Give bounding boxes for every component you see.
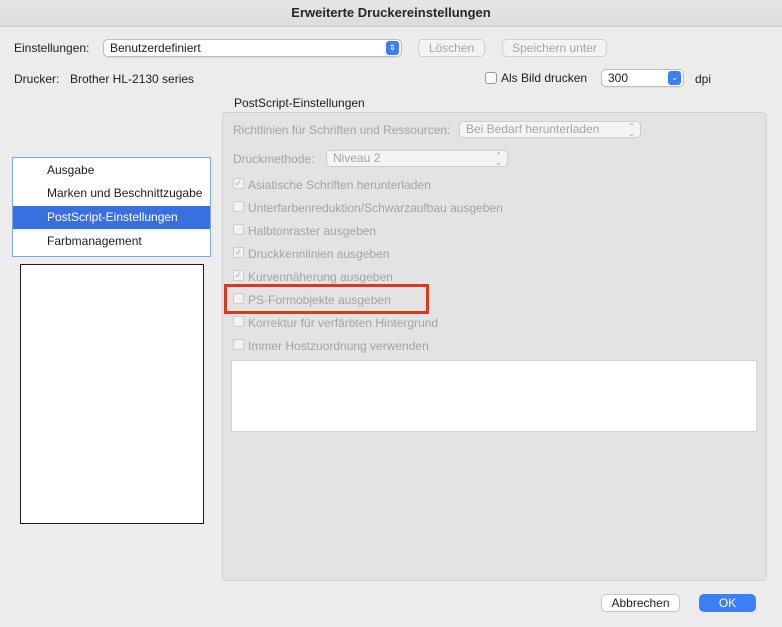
sidebar-item-marks-bleed[interactable]: Marken und Beschnittzugabe [13,182,210,205]
sidebar-item-postscript[interactable]: PostScript-Einstellungen [13,206,210,229]
sidebar-item-color-management[interactable]: Farbmanagement [13,230,210,253]
updown-arrows-icon: ⌃ ⌄ [495,151,502,167]
print-as-image-label: Als Bild drucken [501,71,588,85]
font-policy-label: Richtlinien für Schriften und Ressourcen… [233,123,451,137]
option-transfer-functions-label: Druckkennlinien ausgeben [248,247,390,261]
sidebar-item-ausgabe[interactable]: Ausgabe [13,159,210,182]
dpi-value: 300 [608,71,629,85]
option-halftone-checkbox[interactable] [233,224,244,235]
option-ucr-gcr-label: Unterfarbenreduktion/Schwarzaufbau ausge… [248,201,503,215]
settings-popup[interactable]: Benutzerdefiniert ⇕ [103,39,402,57]
section-title: PostScript-Einstellungen [234,96,365,110]
font-policy-value: Bei Bedarf herunterladen [466,122,600,136]
updown-arrows-icon: ⇕ [386,41,399,55]
chevron-down-icon: ⌄ [668,71,681,85]
updown-arrows-icon: ⌃ ⌄ [628,122,635,138]
category-list: Ausgabe Marken und Beschnittzugabe PostS… [12,157,211,257]
option-background-correction-checkbox[interactable] [233,316,244,327]
delete-button[interactable]: Löschen [418,39,485,57]
option-host-mapping-checkbox[interactable] [233,339,244,350]
settings-value: Benutzerdefiniert [110,41,201,55]
option-asian-fonts-checkbox[interactable]: ✓ [233,178,244,189]
description-area [231,360,757,432]
option-halftone-label: Halbtonraster ausgeben [248,224,377,238]
dpi-unit-label: dpi [695,72,712,86]
font-policy-popup[interactable]: Bei Bedarf herunterladen ⌃ ⌄ [459,121,641,138]
save-as-button[interactable]: Speichern unter [502,39,607,57]
print-method-value: Niveau 2 [333,151,381,165]
print-method-label: Druckmethode: [233,152,315,166]
option-ucr-gcr-checkbox[interactable] [233,201,244,212]
dpi-popup[interactable]: 300 ⌄ [601,69,684,87]
ok-button[interactable]: OK [699,594,756,612]
option-flatness-checkbox[interactable]: ✓ [233,270,244,281]
print-method-popup[interactable]: Niveau 2 ⌃ ⌄ [326,150,508,167]
printer-value: Brother HL-2130 series [70,72,195,86]
option-background-correction-label: Korrektur für verfärbten Hintergrund [248,316,439,330]
window-title: Erweiterte Druckereinstellungen [291,5,491,20]
page-preview [20,264,204,524]
settings-label: Einstellungen: [14,41,90,55]
option-host-mapping-label: Immer Hostzuordnung verwenden [248,339,429,353]
printer-label: Drucker: [14,72,60,86]
highlight-box [224,284,429,314]
cancel-button[interactable]: Abbrechen [601,594,680,612]
option-transfer-functions-checkbox[interactable]: ✓ [233,247,244,258]
print-as-image-checkbox[interactable] [485,72,497,84]
option-flatness-label: Kurvennäherung ausgeben [248,270,393,284]
option-asian-fonts-label: Asiatische Schriften herunterladen [248,178,431,192]
